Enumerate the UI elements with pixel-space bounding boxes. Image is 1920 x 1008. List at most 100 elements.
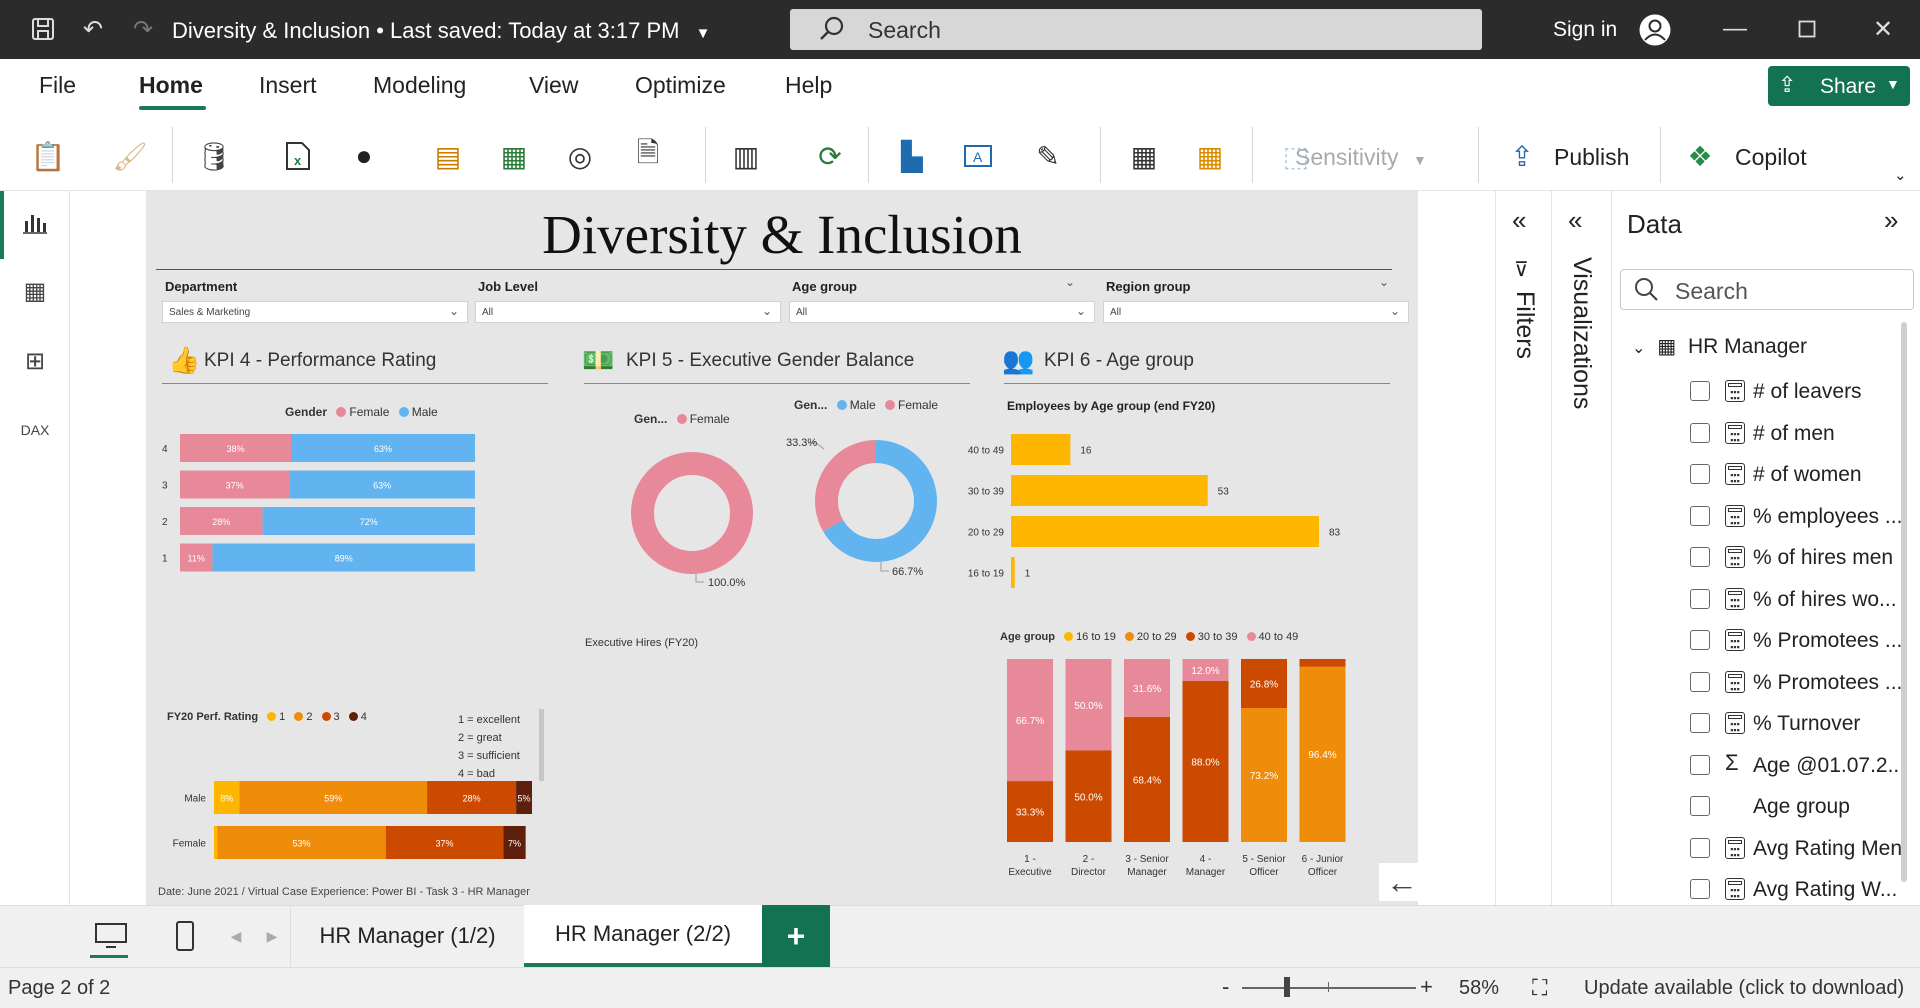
exec-gender-donut-2[interactable]: 66.7% 33.3%	[786, 431, 966, 601]
fit-to-page-icon[interactable]: ⛶	[1532, 975, 1547, 1001]
enter-data-icon[interactable]: ▦	[496, 138, 532, 174]
exec-gender-donut-1[interactable]: 100.0%	[606, 431, 786, 601]
tab-help[interactable]: Help	[785, 72, 832, 99]
perf-rating-by-gender-chart[interactable]: Male 8% 59% 28% 5% Female 53% 37% 7%	[156, 776, 556, 876]
field-checkbox[interactable]	[1690, 796, 1710, 816]
dax-query-view-icon[interactable]: DAX	[18, 413, 52, 447]
tab-insert[interactable]: Insert	[259, 72, 317, 99]
account-icon[interactable]	[1637, 12, 1673, 48]
visualizations-pane[interactable]: « Visualizations	[1551, 191, 1611, 916]
data-search-input[interactable]: Search	[1620, 269, 1914, 310]
refresh-icon[interactable]: ⟳	[812, 138, 848, 174]
recent-sources-icon[interactable]: 🗎	[630, 137, 666, 174]
field-item[interactable]: ▪▪▪ ▪▪▪ % of hires men	[1612, 542, 1897, 576]
paste-icon[interactable]: 📋	[30, 138, 66, 174]
format-painter-icon[interactable]: 🖌	[112, 138, 148, 174]
collapse-left-icon[interactable]: «	[1568, 205, 1582, 236]
field-item[interactable]: ▪▪▪ ▪▪▪ # of women	[1612, 459, 1897, 493]
save-icon[interactable]	[28, 14, 58, 44]
report-view-icon[interactable]	[18, 206, 52, 240]
job-level-slicer[interactable]: All ⌄	[475, 301, 781, 323]
publish-icon[interactable]: ⇪	[1504, 138, 1540, 174]
perf-rating-gender-chart[interactable]: 4 38% 63% 3 37% 63% 2 28% 72% 1 11% 89%	[156, 431, 556, 611]
field-item[interactable]: ▪▪▪ ▪▪▪ % Turnover	[1612, 708, 1897, 742]
ribbon-expand-chevron-icon[interactable]: ⌄	[1894, 166, 1907, 184]
mobile-layout-icon[interactable]	[170, 905, 200, 967]
field-item[interactable]: ▪▪▪ ▪▪▪ % Promotees ...	[1612, 667, 1902, 701]
sign-in-link[interactable]: Sign in	[1553, 18, 1617, 42]
zoom-slider-handle[interactable]	[1284, 977, 1290, 997]
field-item[interactable]: ▪▪▪ ▪▪▪ % employees ...	[1612, 501, 1902, 535]
page-tab-hr-manager-1[interactable]: HR Manager (1/2)	[290, 905, 524, 967]
publish-button[interactable]: Publish	[1554, 144, 1629, 171]
prev-page-icon[interactable]: ◀	[226, 905, 246, 967]
field-checkbox[interactable]	[1690, 837, 1710, 858]
field-item[interactable]: ▪▪▪ ▪▪▪ Avg Rating W...	[1612, 874, 1897, 908]
model-view-icon[interactable]: ⊞	[18, 344, 52, 378]
field-item[interactable]: ▪▪▪ ▪▪▪ % of hires wo...	[1612, 584, 1897, 618]
field-checkbox[interactable]	[1690, 588, 1710, 609]
age-group-slicer[interactable]: All ⌄	[789, 301, 1095, 323]
field-checkbox[interactable]	[1690, 713, 1710, 733]
close-icon[interactable]: ✕	[1868, 14, 1898, 44]
search-input[interactable]: Search	[790, 9, 1482, 50]
age-group-bar-chart[interactable]: 40 to 49 16 30 to 39 53 20 to 29 83 16 to 19 1	[968, 431, 1394, 611]
field-checkbox[interactable]	[1690, 671, 1710, 692]
page-tab-hr-manager-2[interactable]: HR Manager (2/2)	[524, 905, 762, 967]
text-box-icon[interactable]: A	[960, 138, 996, 174]
sql-server-icon[interactable]: ▤	[430, 138, 466, 174]
filters-pane[interactable]: « ⊽ Filters	[1495, 191, 1551, 916]
field-item[interactable]: Age group	[1612, 791, 1897, 825]
field-checkbox[interactable]	[1690, 630, 1710, 650]
tab-view[interactable]: View	[529, 72, 578, 99]
back-arrow-icon[interactable]: ←	[1379, 863, 1425, 901]
document-title[interactable]: Diversity & Inclusion • Last saved: Toda…	[172, 18, 710, 44]
onelake-icon[interactable]: ●	[346, 138, 382, 174]
department-slicer[interactable]: Sales & Marketing ⌄	[162, 301, 468, 323]
update-available-link[interactable]: Update available (click to download)	[1584, 977, 1904, 1000]
get-data-icon[interactable]: 🛢	[196, 138, 232, 174]
field-checkbox[interactable]	[1690, 381, 1710, 401]
copilot-button[interactable]: Copilot	[1735, 144, 1807, 171]
tab-modeling[interactable]: Modeling	[373, 72, 466, 99]
slicer-header-chevron-icon[interactable]: ⌄	[1065, 275, 1075, 289]
scrollbar[interactable]	[1901, 322, 1907, 882]
field-checkbox[interactable]	[1690, 547, 1710, 567]
table-hr-manager[interactable]: ⌄ ▦ HR Manager	[1632, 334, 1807, 359]
field-checkbox[interactable]	[1690, 464, 1710, 484]
sensitivity-button[interactable]: Sensitivity ▼	[1295, 144, 1427, 171]
more-visuals-icon[interactable]: ✎	[1030, 138, 1066, 174]
slicer-header-chevron-icon[interactable]: ⌄	[1379, 275, 1389, 289]
field-item[interactable]: ▪▪▪ ▪▪▪ # of leavers	[1612, 376, 1897, 410]
dataverse-icon[interactable]: ◎	[562, 138, 598, 174]
minimize-icon[interactable]: —	[1720, 14, 1750, 44]
collapse-right-icon[interactable]: »	[1884, 205, 1898, 236]
field-item[interactable]: ▪▪▪ ▪▪▪ # of men	[1612, 418, 1897, 452]
excel-icon[interactable]: x	[280, 138, 316, 174]
zoom-slider[interactable]	[1242, 987, 1416, 989]
field-item[interactable]: Σ Age @01.07.2...	[1612, 750, 1905, 784]
quick-measure-icon[interactable]: ▦	[1192, 138, 1228, 174]
collapse-left-icon[interactable]: «	[1512, 205, 1526, 236]
tab-home[interactable]: Home	[139, 72, 203, 99]
field-checkbox[interactable]	[1690, 879, 1710, 899]
field-checkbox[interactable]	[1690, 754, 1710, 775]
new-measure-icon[interactable]: ▦	[1126, 138, 1162, 174]
table-view-icon[interactable]: ▦	[18, 274, 52, 308]
share-button[interactable]: ⇪ Share ▼	[1768, 66, 1910, 106]
maximize-icon[interactable]	[1792, 14, 1822, 44]
next-page-icon[interactable]: ▶	[262, 905, 282, 967]
zoom-in-button[interactable]: +	[1420, 974, 1433, 1000]
field-checkbox[interactable]	[1690, 505, 1710, 526]
transform-data-icon[interactable]: ▥	[728, 138, 764, 174]
tab-optimize[interactable]: Optimize	[635, 72, 726, 99]
new-visual-icon[interactable]: ▙	[894, 138, 930, 174]
copilot-icon[interactable]: ❖	[1682, 138, 1718, 174]
field-item[interactable]: ▪▪▪ ▪▪▪ % Promotees ...	[1612, 625, 1902, 659]
field-checkbox[interactable]	[1690, 422, 1710, 443]
add-page-button[interactable]: +	[762, 905, 830, 967]
zoom-out-button[interactable]: -	[1222, 974, 1229, 1000]
age-by-job-level-chart[interactable]: 33.3% 66.7% 1 - Executive 50.0% 50.0% 2 - Direc…	[996, 649, 1416, 899]
field-item[interactable]: ▪▪▪ ▪▪▪ Avg Rating Men	[1612, 833, 1902, 867]
undo-icon[interactable]: ↶	[78, 14, 108, 44]
